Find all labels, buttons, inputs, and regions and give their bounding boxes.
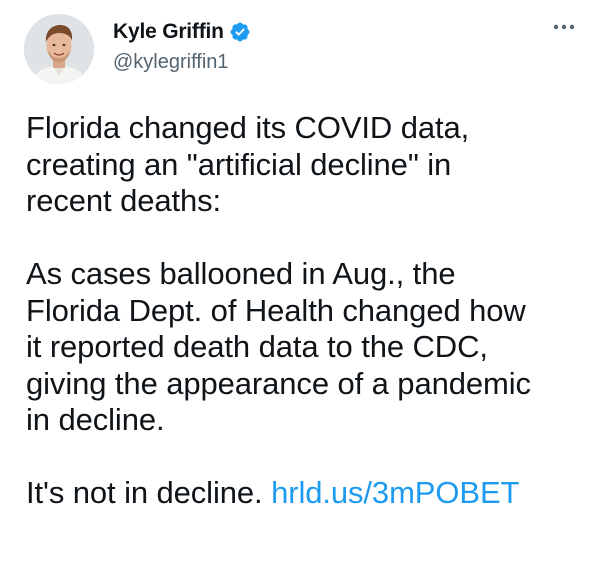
tweet-line: creating an "artificial decline" in bbox=[26, 146, 452, 182]
profile-photo-icon bbox=[24, 14, 94, 84]
tweet-card: Kyle Griffin @kylegriffin1 Florida chang… bbox=[0, 0, 600, 573]
tweet-line: in decline. bbox=[26, 402, 165, 437]
tweet-line: Florida changed its COVID data, bbox=[26, 110, 470, 145]
user-handle[interactable]: @kylegriffin1 bbox=[113, 51, 251, 74]
tweet-paragraph-3: It's not in decline. hrld.us/3mPOBET bbox=[26, 475, 586, 512]
tweet-line: giving the appearance of a pandemic bbox=[26, 365, 531, 401]
display-name[interactable]: Kyle Griffin bbox=[113, 20, 224, 44]
tweet-header: Kyle Griffin @kylegriffin1 bbox=[113, 19, 251, 74]
tweet-line: It's not in decline. bbox=[26, 475, 272, 510]
more-options-button[interactable] bbox=[550, 16, 578, 38]
more-dots-icon bbox=[553, 24, 575, 30]
avatar[interactable] bbox=[24, 14, 94, 84]
name-row: Kyle Griffin bbox=[113, 19, 251, 45]
tweet-paragraph-2: As cases ballooned in Aug., the Florida … bbox=[26, 256, 586, 439]
tweet-line: recent deaths: bbox=[26, 183, 222, 218]
verified-badge-icon bbox=[229, 21, 251, 43]
tweet-paragraph-1: Florida changed its COVID data, creating… bbox=[26, 110, 586, 220]
tweet-line: As cases ballooned in Aug., the bbox=[26, 256, 456, 291]
tweet-text: Florida changed its COVID data, creating… bbox=[26, 110, 586, 512]
tweet-line: it reported death data to the CDC, bbox=[26, 329, 488, 364]
tweet-link[interactable]: hrld.us/3mPOBET bbox=[271, 475, 519, 510]
tweet-line: Florida Dept. of Health changed how bbox=[26, 292, 526, 328]
